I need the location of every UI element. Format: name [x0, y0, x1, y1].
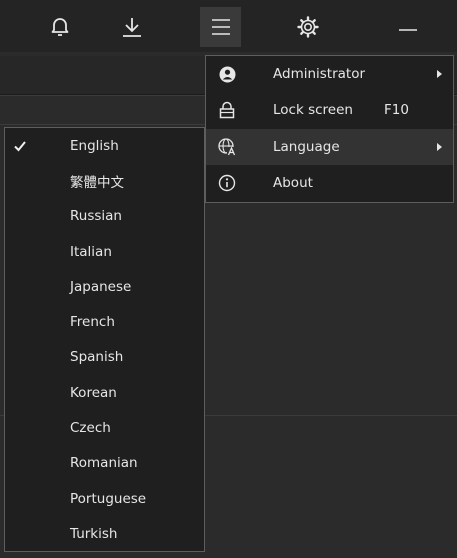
language-option-label: Czech: [70, 420, 111, 437]
menu-item-about[interactable]: About: [206, 165, 453, 201]
minimize-button[interactable]: [388, 7, 428, 47]
language-option-label: Turkish: [70, 525, 118, 542]
language-option-label: Russian: [70, 208, 122, 225]
language-option-korean[interactable]: Korean: [5, 375, 204, 410]
menu-item-label: About: [273, 175, 313, 191]
lock-icon: [218, 101, 236, 119]
user-circle-icon: [218, 65, 236, 83]
language-option-czech[interactable]: Czech: [5, 410, 204, 445]
language-option-romanian[interactable]: Romanian: [5, 446, 204, 481]
language-option-label: English: [70, 137, 119, 154]
language-option-label: Spanish: [70, 349, 124, 366]
language-option-traditional-chinese[interactable]: 繁體中文: [5, 163, 204, 198]
language-option-english[interactable]: English: [5, 128, 204, 163]
menu-item-label: Language: [273, 139, 340, 155]
menu-item-label: Lock screen: [273, 102, 353, 118]
language-option-label: Italian: [70, 243, 112, 260]
language-option-french[interactable]: French: [5, 304, 204, 339]
top-toolbar: [0, 0, 457, 52]
minimize-icon: [399, 29, 417, 31]
gear-icon: [297, 16, 319, 38]
hamburger-menu-icon: [211, 19, 230, 35]
language-option-label: French: [70, 314, 115, 331]
main-dropdown-menu: Administrator Lock screen F10 Language A…: [205, 55, 454, 203]
download-icon: [123, 18, 141, 37]
menu-item-administrator[interactable]: Administrator: [206, 56, 453, 92]
language-option-label: Japanese: [70, 278, 132, 295]
menu-item-lock-screen[interactable]: Lock screen F10: [206, 92, 453, 128]
checkmark-icon: [14, 141, 26, 152]
menu-item-language[interactable]: Language: [206, 129, 453, 165]
language-option-label: 繁體中文: [70, 174, 124, 191]
language-option-japanese[interactable]: Japanese: [5, 269, 204, 304]
language-option-spanish[interactable]: Spanish: [5, 340, 204, 375]
language-option-italian[interactable]: Italian: [5, 234, 204, 269]
language-option-label: Romanian: [70, 455, 138, 472]
menu-button[interactable]: [200, 7, 241, 47]
download-button[interactable]: [112, 7, 152, 47]
language-option-turkish[interactable]: Turkish: [5, 516, 204, 551]
language-option-label: Korean: [70, 384, 117, 401]
menu-item-label: Administrator: [273, 66, 366, 82]
info-icon: [218, 174, 236, 192]
notifications-button[interactable]: [40, 7, 80, 47]
settings-button[interactable]: [288, 7, 328, 47]
globe-language-icon: [218, 138, 236, 156]
language-option-portuguese[interactable]: Portuguese: [5, 481, 204, 516]
submenu-arrow-icon: [437, 70, 442, 78]
submenu-arrow-icon: [437, 143, 442, 151]
menu-item-shortcut: F10: [384, 102, 409, 118]
language-submenu: English 繁體中文 Russian Italian Japanese Fr…: [4, 127, 205, 552]
language-option-label: Portuguese: [70, 490, 147, 507]
language-option-russian[interactable]: Russian: [5, 199, 204, 234]
bell-icon: [51, 18, 69, 36]
